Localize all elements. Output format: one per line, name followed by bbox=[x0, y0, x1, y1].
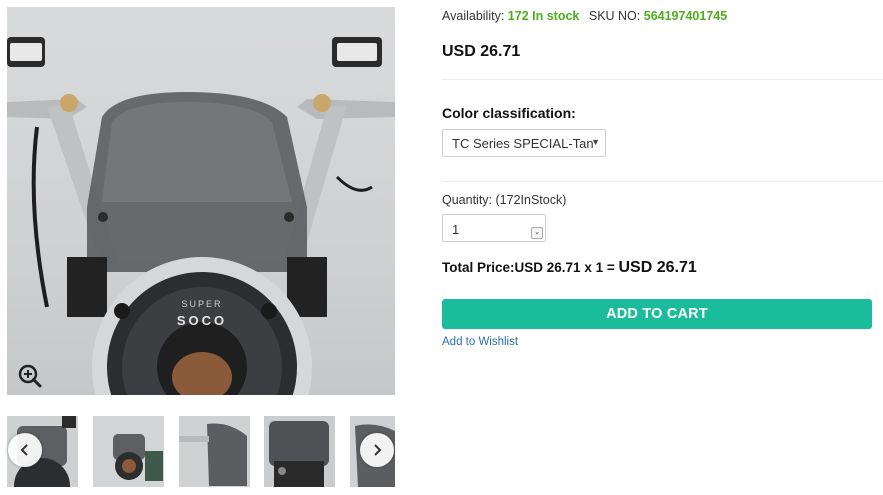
product-price: USD 26.71 bbox=[442, 43, 521, 60]
color-select[interactable]: TC Series SPECIAL-Tan ▼ bbox=[442, 129, 606, 157]
thumbnail-2[interactable] bbox=[93, 416, 164, 487]
add-to-wishlist-link[interactable]: Add to Wishlist bbox=[442, 336, 518, 348]
quantity-label: Quantity: (172InStock) bbox=[442, 193, 567, 207]
svg-text:SUPER: SUPER bbox=[181, 299, 222, 309]
total-calculation: USD 26.71 x 1 = bbox=[514, 260, 615, 275]
product-main-image[interactable]: SUPER SOCO bbox=[7, 7, 395, 395]
thumbnail-3[interactable] bbox=[179, 416, 250, 487]
color-select-value: TC Series SPECIAL-Tan bbox=[452, 136, 594, 151]
sku-label: SKU NO: bbox=[588, 9, 641, 23]
chevron-down-icon[interactable]: ⌄ bbox=[531, 227, 543, 239]
availability-label: Availability: bbox=[442, 9, 505, 23]
thumbnail-4[interactable] bbox=[264, 416, 335, 487]
divider bbox=[442, 79, 883, 80]
color-classification-label: Color classification: bbox=[442, 105, 576, 121]
zoom-in-icon[interactable] bbox=[17, 363, 43, 389]
motorcycle-windshield-photo: SUPER SOCO bbox=[7, 37, 395, 395]
total-price: Total Price:USD 26.71 x 1 = USD 26.71 bbox=[442, 259, 697, 277]
caret-down-icon: ▼ bbox=[591, 137, 600, 147]
add-to-cart-button[interactable]: ADD TO CART bbox=[442, 299, 872, 329]
quantity-input[interactable]: 1 ⌄ bbox=[442, 214, 546, 242]
availability-line: Availability: 172 In stock SKU NO: 56419… bbox=[442, 9, 727, 23]
svg-text:SOCO: SOCO bbox=[177, 313, 227, 328]
quantity-value: 1 bbox=[452, 222, 460, 237]
chevron-left-icon[interactable] bbox=[8, 433, 42, 467]
chevron-right-icon[interactable] bbox=[360, 433, 394, 467]
total-label: Total Price: bbox=[442, 260, 515, 275]
thumbnail-strip bbox=[7, 416, 395, 487]
sku-value: 564197401745 bbox=[643, 9, 728, 23]
divider bbox=[442, 181, 883, 182]
total-value: USD 26.71 bbox=[618, 259, 697, 276]
stock-status: 172 In stock bbox=[507, 9, 580, 23]
